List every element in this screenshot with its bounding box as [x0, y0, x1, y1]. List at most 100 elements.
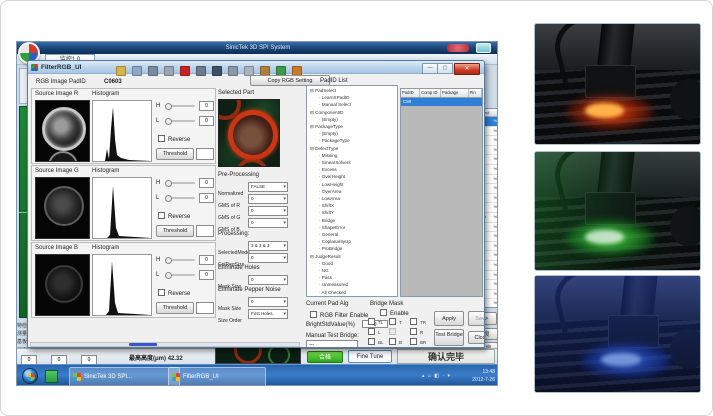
- selected-part-image[interactable]: [218, 99, 280, 167]
- bridge-mask-cell[interactable]: TL: [368, 318, 389, 328]
- h-slider[interactable]: [165, 182, 195, 184]
- matrix-icon[interactable]: [212, 66, 222, 76]
- tree-item[interactable]: · (Empty): [307, 116, 397, 123]
- tree-item[interactable]: · ShiftY: [307, 209, 397, 216]
- tree-item[interactable]: ⊟ DefectType: [307, 145, 397, 152]
- save-icon[interactable]: [148, 66, 158, 76]
- sidebar-label[interactable]: 测量: [17, 330, 27, 338]
- bridge-mask-cell[interactable]: BL: [368, 338, 389, 348]
- tree-item[interactable]: · ProBridge: [307, 245, 397, 252]
- rgb-filter-enable-checkbox[interactable]: RGB Filter Enable: [310, 311, 368, 320]
- scrollbar-thumb[interactable]: [129, 343, 157, 346]
- bridge-mask-cell[interactable]: B: [389, 338, 410, 348]
- l-slider[interactable]: [165, 120, 195, 122]
- tree-item[interactable]: · SmearSolvent: [307, 159, 397, 166]
- threshold-field[interactable]: [196, 302, 214, 314]
- tree-item[interactable]: · OverHeight: [307, 173, 397, 180]
- bridge-mask-cell[interactable]: BR: [410, 338, 431, 348]
- h-value-field[interactable]: 0: [199, 178, 214, 188]
- tree-item[interactable]: · Excess: [307, 166, 397, 173]
- source-image-b[interactable]: [35, 254, 90, 316]
- bridge-mask-cell[interactable]: TR: [410, 318, 431, 328]
- tree-item[interactable]: · Good: [307, 260, 397, 267]
- padid-table[interactable]: PadIDComp IDPackagePin C99: [400, 88, 483, 297]
- reverse-checkbox[interactable]: Reverse: [158, 289, 190, 298]
- grid-icon[interactable]: [164, 66, 174, 76]
- system-tray-icons[interactable]: ▴ ⌂ ◧ · ▾: [422, 373, 451, 379]
- sidebar-label[interactable]: 基板: [17, 338, 27, 346]
- tree-item[interactable]: · LearnSPadID: [307, 94, 397, 101]
- gms-b-select[interactable]: 0: [248, 218, 288, 228]
- start-button[interactable]: [22, 368, 38, 384]
- tree-item[interactable]: · Missing: [307, 152, 397, 159]
- tree-item[interactable]: · OverArea: [307, 188, 397, 195]
- apply-button[interactable]: Apply: [434, 311, 464, 326]
- taskbar-clock[interactable]: 13:48 2012-7-26: [472, 368, 495, 384]
- tree-item[interactable]: · Pass: [307, 274, 397, 281]
- bridge-enable-checkbox[interactable]: Enable: [380, 309, 409, 318]
- threshold-field[interactable]: [196, 225, 214, 237]
- close-icon[interactable]: ✕: [454, 63, 480, 75]
- h-value-field[interactable]: 0: [199, 255, 214, 265]
- selected-mode-select[interactable]: 3 & 3 & 3: [248, 241, 288, 251]
- bridge-mask-cell[interactable]: L: [368, 328, 389, 338]
- tree-item[interactable]: · Manual Select: [307, 101, 397, 108]
- close-button[interactable]: Close: [468, 331, 485, 344]
- camera-icon[interactable]: [196, 66, 206, 76]
- normalized-select[interactable]: FALSE: [248, 182, 288, 192]
- l-slider[interactable]: [165, 197, 195, 199]
- tree-item[interactable]: · ShiftX: [307, 202, 397, 209]
- threshold-button[interactable]: Threshold: [156, 302, 194, 314]
- taskbar-button-spi-system[interactable]: SinicTek 3D SPI...: [69, 367, 180, 386]
- record-icon[interactable]: [180, 66, 190, 76]
- taskbar-button-filterrgb[interactable]: FilterRGB_UI: [168, 367, 266, 386]
- minimize-button[interactable]: —: [422, 63, 438, 74]
- dialog-scrollbar[interactable]: [30, 342, 300, 347]
- manual-test-bridge-field[interactable]: ---: [306, 340, 358, 348]
- tree-item[interactable]: · General: [307, 231, 397, 238]
- main-titlebar[interactable]: SinicTek 3D SPI System: [17, 42, 498, 54]
- gms-g-select[interactable]: 0: [248, 206, 288, 216]
- confirm-complete-button[interactable]: 确认完毕: [397, 349, 495, 364]
- tree-item[interactable]: ⊟ JudgeResult: [307, 253, 397, 260]
- source-image-g[interactable]: [35, 177, 90, 239]
- threshold-field[interactable]: [196, 148, 214, 160]
- sidebar-label[interactable]: 特检: [17, 322, 27, 330]
- l-slider[interactable]: [165, 274, 195, 276]
- tree-item[interactable]: ⊟ ComponentID: [307, 109, 397, 116]
- tree-item[interactable]: · PackageType: [307, 137, 397, 144]
- h-slider[interactable]: [165, 105, 195, 107]
- padid-selected-row[interactable]: C99: [401, 98, 482, 106]
- l-value-field[interactable]: 0: [199, 270, 214, 280]
- mask-size-select-1[interactable]: 0: [248, 275, 288, 285]
- bridge-mask-cell[interactable]: T: [389, 318, 410, 328]
- layers-icon[interactable]: [228, 66, 238, 76]
- tree-item[interactable]: · (Empty): [307, 130, 397, 137]
- source-image-r[interactable]: [35, 100, 90, 162]
- tree-item[interactable]: ⊟ PackageType: [307, 123, 397, 130]
- tree-item[interactable]: · CoplanarityUp: [307, 238, 397, 245]
- reverse-checkbox[interactable]: Reverse: [158, 212, 190, 221]
- dialog-titlebar[interactable]: FilterRGB_UI — ▢ ✕: [28, 61, 484, 74]
- padid-tree[interactable]: ⊟ PadSelect· LearnSPadID· Manual Select⊟…: [306, 85, 398, 297]
- bridge-mask-cell[interactable]: R: [410, 328, 431, 338]
- pass-button[interactable]: 合格: [307, 351, 343, 363]
- threshold-button[interactable]: Threshold: [156, 225, 194, 237]
- tree-item[interactable]: · All Checked: [307, 289, 397, 296]
- tree-item[interactable]: · NG: [307, 267, 397, 274]
- tree-item[interactable]: · Bridge: [307, 217, 397, 224]
- col-reg-size-select[interactable]: 0: [248, 253, 288, 263]
- test-bridge-button[interactable]: Test Bridge: [434, 329, 464, 346]
- tree-item[interactable]: · Unmeasured: [307, 281, 397, 288]
- gms-r-select[interactable]: 0: [248, 194, 288, 204]
- bridge-mask-cell[interactable]: [389, 328, 410, 338]
- l-value-field[interactable]: 0: [199, 193, 214, 203]
- tree-item[interactable]: · ShapeError: [307, 224, 397, 231]
- tree-item[interactable]: ⊟ PadSelect: [307, 87, 397, 94]
- main-window-control-button[interactable]: [476, 43, 491, 53]
- size-order-select[interactable]: First Holes,: [248, 309, 288, 319]
- mask-size-select-2[interactable]: 0: [248, 297, 288, 307]
- image-icon[interactable]: [132, 66, 142, 76]
- threshold-button[interactable]: Threshold: [156, 148, 194, 160]
- fine-tune-button[interactable]: Fine Tune: [348, 350, 392, 363]
